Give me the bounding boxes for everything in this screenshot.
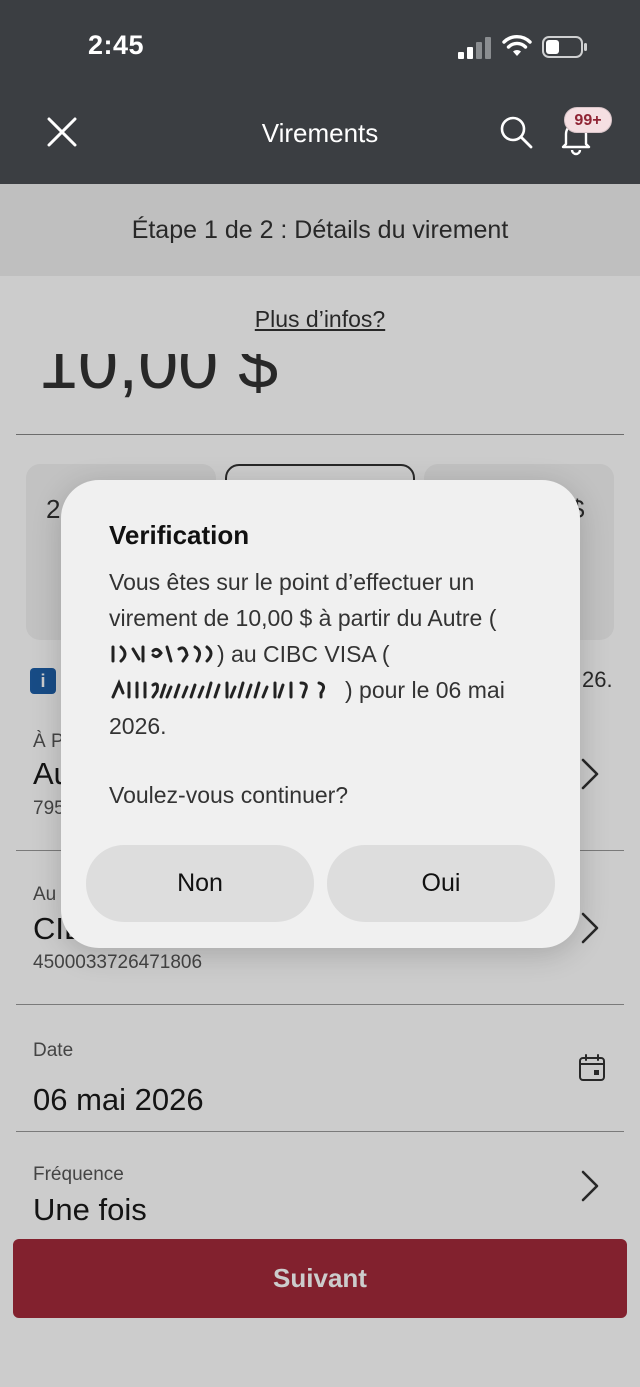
dialog-message: Vous êtes sur le point d’effectuer un vi… bbox=[109, 564, 549, 744]
notification-badge[interactable]: 99+ bbox=[564, 107, 612, 133]
battery-icon bbox=[542, 36, 587, 58]
dialog-question: Voulez-vous continuer? bbox=[109, 782, 349, 808]
yes-button[interactable]: Oui bbox=[327, 845, 555, 922]
status-time: 2:45 bbox=[88, 30, 145, 60]
masked-card-number bbox=[111, 679, 326, 699]
verification-dialog: Verification Vous êtes sur le point d’ef… bbox=[61, 480, 580, 948]
dialog-message-part: ) au CIBC VISA ( bbox=[217, 641, 390, 667]
nav-bar: Virements 99+ bbox=[0, 96, 640, 184]
dialog-title: Verification bbox=[109, 520, 250, 550]
search-icon[interactable] bbox=[498, 114, 534, 150]
status-bar: 2:45 bbox=[0, 0, 640, 96]
cellular-signal-icon bbox=[458, 37, 491, 59]
no-button[interactable]: Non bbox=[86, 845, 314, 922]
dialog-message-part: Vous êtes sur le point d’effectuer un vi… bbox=[109, 569, 497, 631]
wifi-icon bbox=[502, 35, 532, 56]
masked-account-number bbox=[111, 645, 213, 663]
page-title: Virements bbox=[261, 118, 379, 148]
